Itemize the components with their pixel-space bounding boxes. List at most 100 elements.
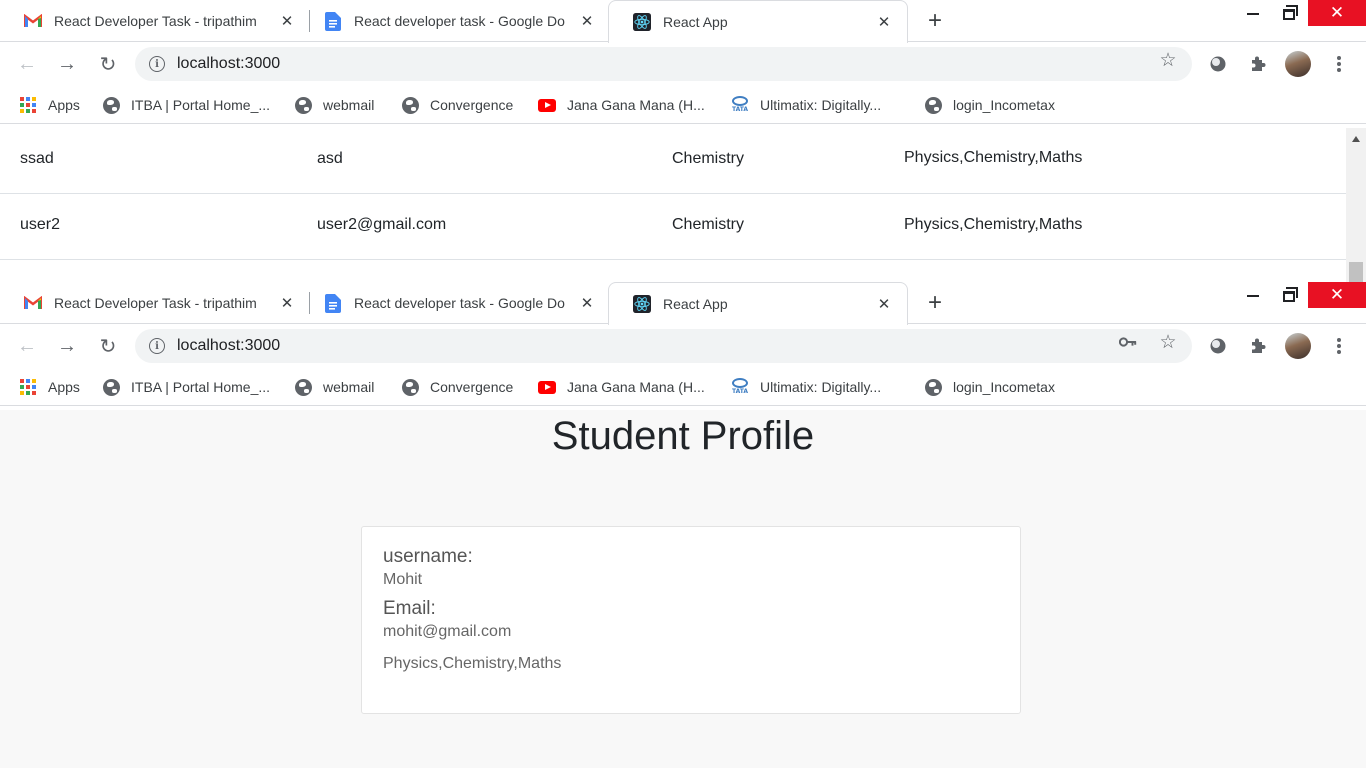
browser-window-bottom: React Developer Task - tripathim ✕ React… (0, 282, 1366, 768)
restore-icon (1283, 4, 1298, 20)
globe-icon (294, 378, 312, 396)
apps-icon (19, 378, 37, 396)
apps-icon (19, 96, 37, 114)
bookmark-itba[interactable]: ITBA | Portal Home_... (102, 377, 270, 397)
bookmark-apps[interactable]: Apps (19, 95, 80, 115)
bookmark-convergence[interactable]: Convergence (401, 95, 513, 115)
cell-username: ssad (20, 150, 54, 167)
react-icon (633, 13, 651, 31)
close-icon[interactable]: ✕ (578, 294, 596, 312)
bookmark-jana-gana-mana[interactable]: Jana Gana Mana (H... (538, 377, 705, 397)
close-icon[interactable]: ✕ (578, 12, 596, 30)
tab-gmail[interactable]: React Developer Task - tripathim ✕ (0, 282, 310, 324)
tab-strip: React Developer Task - tripathim ✕ React… (0, 0, 1366, 43)
react-icon (633, 295, 651, 313)
bookmarks-bar: Apps ITBA | Portal Home_... webmail Conv… (0, 86, 1366, 124)
bookmark-convergence[interactable]: Convergence (401, 377, 513, 397)
forward-button[interactable]: → (55, 52, 79, 76)
table-row: ssad asd Chemistry Physics,Chemistry,Mat… (0, 128, 1346, 194)
back-button[interactable]: ← (15, 52, 39, 76)
close-icon[interactable]: ✕ (278, 12, 296, 30)
bookmark-label: Jana Gana Mana (H... (567, 379, 705, 395)
close-icon[interactable]: ✕ (278, 294, 296, 312)
bookmark-star-icon[interactable]: ☆ (1159, 332, 1177, 353)
key-icon[interactable] (1119, 333, 1137, 351)
tab-gmail[interactable]: React Developer Task - tripathim ✕ (0, 0, 310, 42)
tab-strip: React Developer Task - tripathim ✕ React… (0, 282, 1366, 325)
info-icon[interactable]: i (149, 56, 165, 72)
cell-email: user2@gmail.com (317, 216, 447, 233)
bookmark-label: login_Incometax (953, 97, 1055, 113)
browser-toolbar: ← → ↻ i localhost:3000 ☆ (0, 324, 1366, 368)
maximize-button[interactable] (1266, 0, 1312, 28)
browser-toolbar: ← → ↻ i localhost:3000 ☆ (0, 42, 1366, 86)
extension-circle-icon[interactable] (1208, 336, 1228, 356)
bookmark-label: Convergence (430, 97, 514, 113)
tab-title: React Developer Task - tripathim (54, 13, 257, 29)
bookmark-label: login_Incometax (953, 379, 1055, 395)
bookmark-label: webmail (323, 379, 375, 395)
bookmark-apps[interactable]: Apps (19, 377, 80, 397)
menu-dots-icon[interactable] (1330, 335, 1348, 357)
tab-react-app[interactable]: React App ✕ (608, 0, 908, 43)
google-docs-icon (324, 11, 342, 31)
tata-icon: TATA (731, 96, 749, 114)
bookmark-login-incometax[interactable]: login_Incometax (924, 377, 1055, 397)
extensions-puzzle-icon[interactable] (1248, 54, 1268, 74)
reload-button[interactable]: ↻ (96, 52, 120, 76)
window-close-button[interactable]: ✕ (1308, 282, 1366, 308)
page-title: Student Profile (551, 414, 815, 458)
vertical-scrollbar[interactable] (1346, 128, 1366, 282)
menu-dots-icon[interactable] (1330, 53, 1348, 75)
globe-icon (401, 96, 419, 114)
bookmark-itba[interactable]: ITBA | Portal Home_... (102, 95, 270, 115)
restore-icon (1283, 286, 1298, 302)
tab-react-app[interactable]: React App ✕ (608, 282, 908, 325)
minimize-icon (1247, 13, 1259, 15)
cell-subjects: Physics,Chemistry,Maths (904, 216, 1083, 233)
extensions-puzzle-icon[interactable] (1248, 336, 1268, 356)
scrollbar-thumb[interactable] (1349, 262, 1363, 282)
avatar[interactable] (1285, 333, 1311, 359)
new-tab-button[interactable]: + (922, 289, 948, 316)
tab-title: React App (663, 14, 728, 30)
email-value: mohit@gmail.com (383, 623, 512, 640)
username-label: username: (383, 546, 473, 567)
new-tab-button[interactable]: + (922, 7, 948, 34)
scroll-up-icon[interactable] (1352, 136, 1360, 142)
tab-google-docs[interactable]: React developer task - Google Do ✕ (300, 0, 610, 42)
bookmark-ultimatix[interactable]: TATA Ultimatix: Digitally... (731, 377, 881, 397)
bookmark-label: Jana Gana Mana (H... (567, 97, 705, 113)
url-text: localhost:3000 (177, 337, 281, 354)
minimize-icon (1247, 295, 1259, 297)
avatar[interactable] (1285, 51, 1311, 77)
browser-window-top: React Developer Task - tripathim ✕ React… (0, 0, 1366, 282)
tab-title: React developer task - Google Do (354, 13, 565, 29)
bookmark-webmail[interactable]: webmail (294, 377, 374, 397)
bookmark-label: ITBA | Portal Home_... (131, 379, 271, 395)
info-icon[interactable]: i (149, 338, 165, 354)
cell-subjects: Physics,Chemistry,Maths (904, 149, 1083, 166)
url-text: localhost:3000 (177, 55, 281, 72)
close-icon[interactable]: ✕ (875, 13, 893, 31)
email-label: Email: (383, 598, 436, 619)
tab-google-docs[interactable]: React developer task - Google Do ✕ (300, 282, 610, 324)
extension-circle-icon[interactable] (1208, 54, 1228, 74)
window-close-button[interactable]: ✕ (1308, 0, 1366, 26)
tab-title: React Developer Task - tripathim (54, 295, 257, 311)
maximize-button[interactable] (1266, 282, 1312, 310)
bookmark-login-incometax[interactable]: login_Incometax (924, 95, 1055, 115)
close-icon[interactable]: ✕ (875, 295, 893, 313)
globe-icon (924, 96, 942, 114)
tab-title: React App (663, 296, 728, 312)
bookmark-jana-gana-mana[interactable]: Jana Gana Mana (H... (538, 95, 705, 115)
back-button[interactable]: ← (15, 334, 39, 358)
address-bar[interactable]: i localhost:3000 (135, 329, 1192, 363)
forward-button[interactable]: → (55, 334, 79, 358)
bookmark-star-icon[interactable]: ☆ (1159, 50, 1177, 71)
gmail-icon (24, 12, 42, 30)
bookmark-webmail[interactable]: webmail (294, 95, 374, 115)
reload-button[interactable]: ↻ (96, 334, 120, 358)
address-bar[interactable]: i localhost:3000 (135, 47, 1192, 81)
bookmark-ultimatix[interactable]: TATA Ultimatix: Digitally... (731, 95, 881, 115)
